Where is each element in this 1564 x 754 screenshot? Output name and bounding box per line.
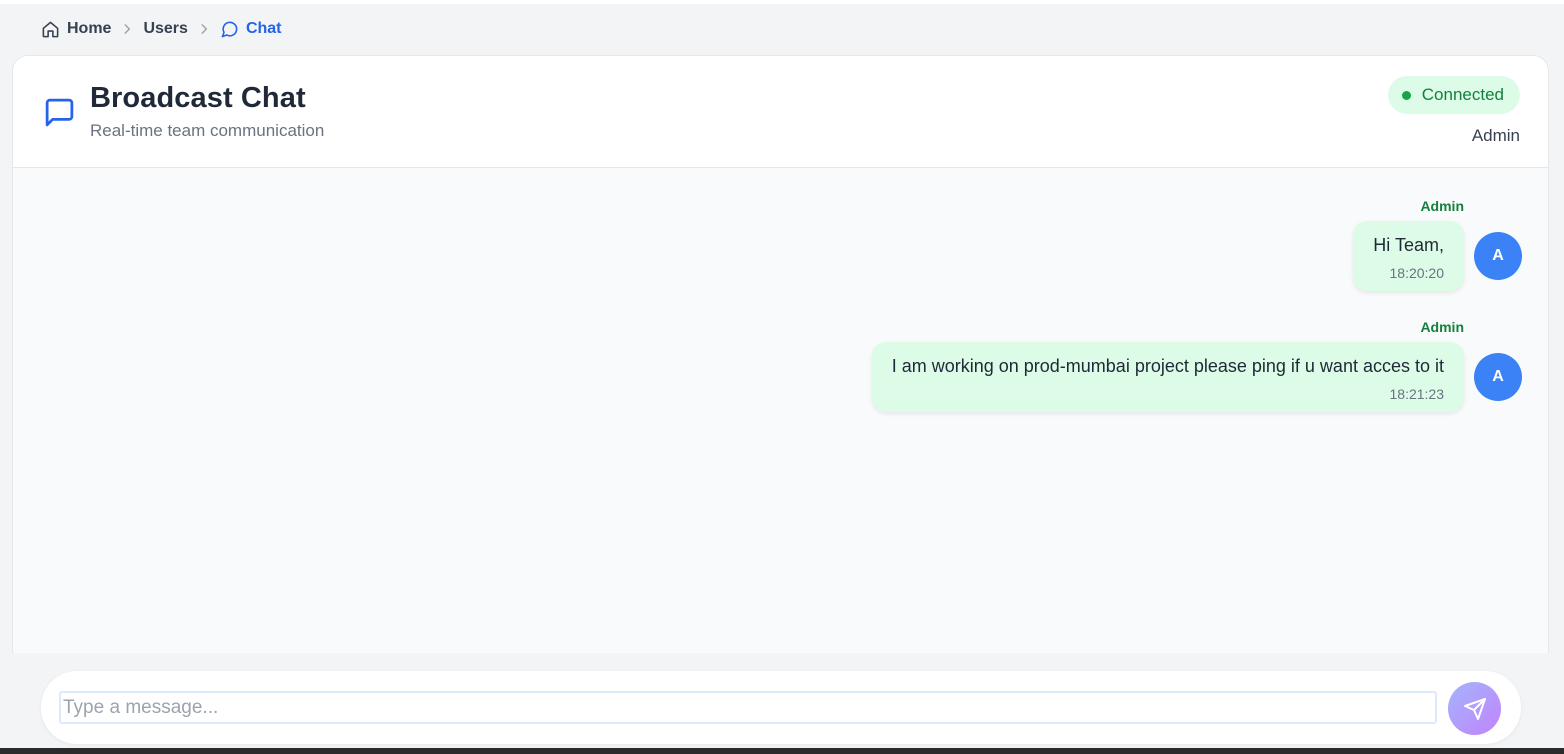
message-input[interactable] — [59, 691, 1437, 724]
message-sender: Admin — [1420, 319, 1464, 335]
breadcrumb-home-label: Home — [67, 20, 112, 37]
message-bubble: I am working on prod-mumbai project plea… — [871, 342, 1464, 412]
breadcrumb-users-label: Users — [143, 20, 188, 37]
message-item: Admin Hi Team, 18:20:20 A — [1353, 198, 1522, 291]
chat-card: Broadcast Chat Real-time team communicat… — [12, 55, 1549, 653]
current-user-label: Admin — [1471, 126, 1520, 145]
top-edge — [0, 0, 1564, 4]
status-label: Connected — [1421, 85, 1504, 104]
home-icon — [42, 21, 59, 37]
message-time: 18:21:23 — [1389, 386, 1445, 402]
avatar: A — [1474, 353, 1522, 401]
breadcrumb-chat: Chat — [220, 20, 282, 39]
message-sender: Admin — [1420, 198, 1464, 214]
send-icon — [1463, 697, 1486, 720]
message-item: Admin I am working on prod-mumbai projec… — [871, 319, 1522, 412]
breadcrumb: Home Users Chat — [41, 19, 282, 39]
message-square-icon — [43, 96, 76, 134]
avatar: A — [1474, 232, 1522, 280]
breadcrumb-home[interactable]: Home — [41, 20, 111, 39]
chevron-right-icon — [120, 22, 134, 36]
message-text: I am working on prod-mumbai project plea… — [891, 356, 1444, 376]
chat-bubble-icon — [221, 21, 238, 37]
page-subtitle: Real-time team communication — [90, 121, 325, 140]
chevron-right-icon — [197, 22, 211, 36]
taskbar-edge — [0, 748, 1564, 754]
chat-header: Broadcast Chat Real-time team communicat… — [13, 56, 1548, 168]
message-time: 18:20:20 — [1389, 265, 1445, 281]
breadcrumb-chat-label: Chat — [245, 20, 282, 37]
message-bubble: Hi Team, 18:20:20 — [1353, 221, 1464, 291]
message-list[interactable]: Admin Hi Team, 18:20:20 A Admin I am wor… — [13, 168, 1548, 653]
breadcrumb-users[interactable]: Users — [143, 20, 187, 38]
message-composer — [41, 671, 1521, 744]
status-dot-icon — [1401, 90, 1411, 100]
page-title: Broadcast Chat — [90, 82, 306, 114]
connection-status-badge: Connected — [1387, 76, 1520, 114]
message-text: Hi Team, — [1373, 235, 1444, 255]
send-button[interactable] — [1448, 682, 1501, 735]
